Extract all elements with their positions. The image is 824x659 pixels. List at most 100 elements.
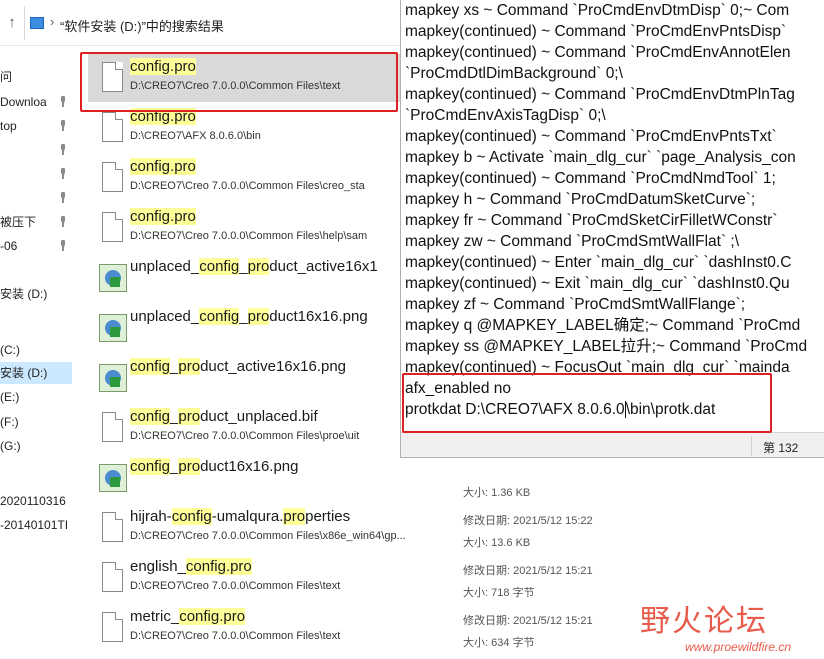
nav-item[interactable]: 问 (0, 66, 72, 88)
nav-item-label: 被压下 (0, 215, 37, 229)
file-size: 大小: 13.6 KB (463, 537, 531, 549)
search-folder-icon (30, 17, 44, 29)
nav-item-drive-e[interactable]: (E:) (0, 386, 72, 408)
chevron-right-icon[interactable]: › (50, 14, 54, 29)
nav-item[interactable]: -06 (0, 235, 72, 257)
image-file-icon (98, 362, 127, 394)
editor-line: mapkey b ~ Activate `main_dlg_cur` `page… (405, 149, 796, 166)
file-path: D:\CREO7\Creo 7.0.0.0\Common Files\x86e_… (130, 530, 406, 542)
list-item[interactable]: english_config.pro D:\CREO7\Creo 7.0.0.0… (88, 554, 688, 602)
line-position: 第 132 行， (763, 441, 799, 455)
pin-icon (59, 144, 67, 155)
nav-item-label: Downloa (0, 95, 47, 109)
watermark-logo: 野火论坛 (640, 604, 768, 639)
editor-line: mapkey zf ~ Command `ProCmdSmtWallFlange… (405, 296, 746, 313)
watermark-url: www.proewildfire.cn (685, 640, 792, 654)
nav-item[interactable]: 2020110316 (0, 490, 72, 512)
pin-icon (59, 120, 67, 131)
file-path: D:\CREO7\AFX 8.0.6.0\bin (130, 130, 261, 142)
nav-item-label: -20140101TI (0, 518, 69, 532)
nav-item-label: 安装 (D:) (0, 287, 48, 301)
nav-item[interactable]: Downloa (0, 91, 72, 113)
nav-item[interactable]: 安装 (D:) (0, 283, 72, 305)
file-path: D:\CREO7\Creo 7.0.0.0\Common Files\text (130, 580, 341, 592)
file-size: 大小: 718 字节 (463, 587, 535, 599)
editor-line: mapkey xs ~ Command `ProCmdEnvDtmDisp` 0… (405, 2, 790, 19)
status-divider (751, 436, 752, 456)
nav-item-label: 2020110316 (0, 494, 66, 508)
file-size: 大小: 634 字节 (463, 637, 535, 649)
up-arrow-icon[interactable]: ↑ (4, 14, 20, 32)
nav-item[interactable] (0, 163, 72, 185)
address-divider (24, 6, 25, 40)
editor-line: `ProCmdEnvAxisTagDisp` 0;\ (405, 107, 606, 124)
modified-date: 修改日期: 2021/5/12 15:21 (463, 565, 593, 577)
pin-icon (59, 216, 67, 227)
document-icon (98, 112, 124, 144)
editor-line: mapkey(continued) ~ Command `ProCmdEnvDt… (405, 86, 795, 103)
nav-item[interactable]: top (0, 115, 72, 137)
document-icon (98, 612, 124, 644)
list-item[interactable]: config_product16x16.png 大小: 1.36 KB (88, 454, 688, 502)
document-icon (98, 162, 124, 194)
file-name: hijrah-config-umalqura.properties (130, 508, 351, 525)
editor-line: mapkey(continued) ~ Command `ProCmdNmdTo… (405, 170, 776, 187)
nav-item[interactable] (0, 139, 72, 161)
nav-item[interactable]: 被压下 (0, 211, 72, 233)
editor-line-protkdat: protkdat D:\CREO7\AFX 8.0.6.0\bin\protk.… (405, 401, 716, 419)
file-path: D:\CREO7\Creo 7.0.0.0\Common Files\text (130, 630, 341, 642)
nav-item-label: 问 (0, 70, 13, 84)
editor-line: mapkey(continued) ~ Command `ProCmdEnvPn… (405, 23, 787, 40)
nav-item[interactable]: -20140101TI (0, 514, 72, 536)
editor-line: mapkey(continued) ~ FocusOut `main_dlg_c… (405, 359, 790, 376)
editor-line-afx-enabled: afx_enabled no (405, 380, 512, 397)
editor-line: mapkey q @MAPKEY_LABEL确定;~ Command `ProC… (405, 317, 801, 334)
nav-item-drive-g[interactable]: (G:) (0, 435, 72, 457)
editor-line: `ProCmdDtlDimBackground` 0;\ (405, 65, 623, 82)
nav-item-label: -06 (0, 239, 18, 253)
editor-line: mapkey(continued) ~ Enter `main_dlg_cur`… (405, 254, 792, 271)
nav-item-label: (C:) (0, 343, 20, 357)
nav-item-label: (E:) (0, 390, 20, 404)
file-name: unplaced_config_product_active16x1 (130, 258, 378, 275)
editor-status-bar: 第 132 行， (401, 432, 824, 457)
image-file-icon (98, 312, 127, 344)
nav-item-drive-f[interactable]: (F:) (0, 411, 72, 433)
editor-line: mapkey(continued) ~ Command `ProCmdEnvAn… (405, 44, 791, 61)
file-name: config.pro (130, 158, 196, 175)
nav-item-drive-c[interactable]: (C:) (0, 339, 72, 361)
file-name: config_product_active16x16.png (130, 358, 347, 375)
list-item[interactable]: metric_config.pro D:\CREO7\Creo 7.0.0.0\… (88, 604, 688, 652)
editor-line: mapkey(continued) ~ Command `ProCmdEnvPn… (405, 128, 777, 145)
editor-line: mapkey zw ~ Command `ProCmdSmtWallFlat` … (405, 233, 740, 250)
file-path: D:\CREO7\Creo 7.0.0.0\Common Files\help\… (130, 230, 368, 242)
nav-item[interactable] (0, 187, 72, 209)
address-location[interactable]: “软件安装 (D:)”中的搜索结果 (60, 16, 224, 35)
file-name: config.pro (130, 58, 196, 75)
editor-line: mapkey(continued) ~ Exit `main_dlg_cur` … (405, 275, 790, 292)
text-editor-window: mapkey xs ~ Command `ProCmdEnvDtmDisp` 0… (400, 0, 824, 458)
file-path: D:\CREO7\Creo 7.0.0.0\Common Files\proe\… (130, 430, 360, 442)
nav-item-label: (G:) (0, 439, 21, 453)
editor-line: mapkey fr ~ Command `ProCmdSketCirFillet… (405, 212, 778, 229)
editor-text-area[interactable]: mapkey xs ~ Command `ProCmdEnvDtmDisp` 0… (405, 0, 824, 420)
list-item[interactable]: hijrah-config-umalqura.properties D:\CRE… (88, 504, 688, 552)
file-name: config_product_unplaced.bif (130, 408, 318, 425)
document-icon (98, 412, 124, 444)
pin-icon (59, 240, 67, 251)
document-icon (98, 562, 124, 594)
file-name: config.pro (130, 208, 196, 225)
nav-item-label: (F:) (0, 415, 19, 429)
editor-line: mapkey h ~ Command `ProCmdDatumSketCurve… (405, 191, 756, 208)
file-name: metric_config.pro (130, 608, 246, 625)
nav-item-label: 安装 (D:) (0, 366, 48, 380)
editor-line: mapkey ss @MAPKEY_LABEL拉升;~ Command `Pro… (405, 338, 808, 355)
file-path: D:\CREO7\Creo 7.0.0.0\Common Files\text (130, 80, 341, 92)
file-name: config.pro (130, 108, 196, 125)
modified-date: 修改日期: 2021/5/12 15:21 (463, 615, 593, 627)
pin-icon (59, 96, 67, 107)
nav-item-drive-d[interactable]: 安装 (D:) (0, 362, 72, 384)
document-icon (98, 212, 124, 244)
image-file-icon (98, 462, 127, 494)
modified-date: 修改日期: 2021/5/12 15:22 (463, 515, 593, 527)
